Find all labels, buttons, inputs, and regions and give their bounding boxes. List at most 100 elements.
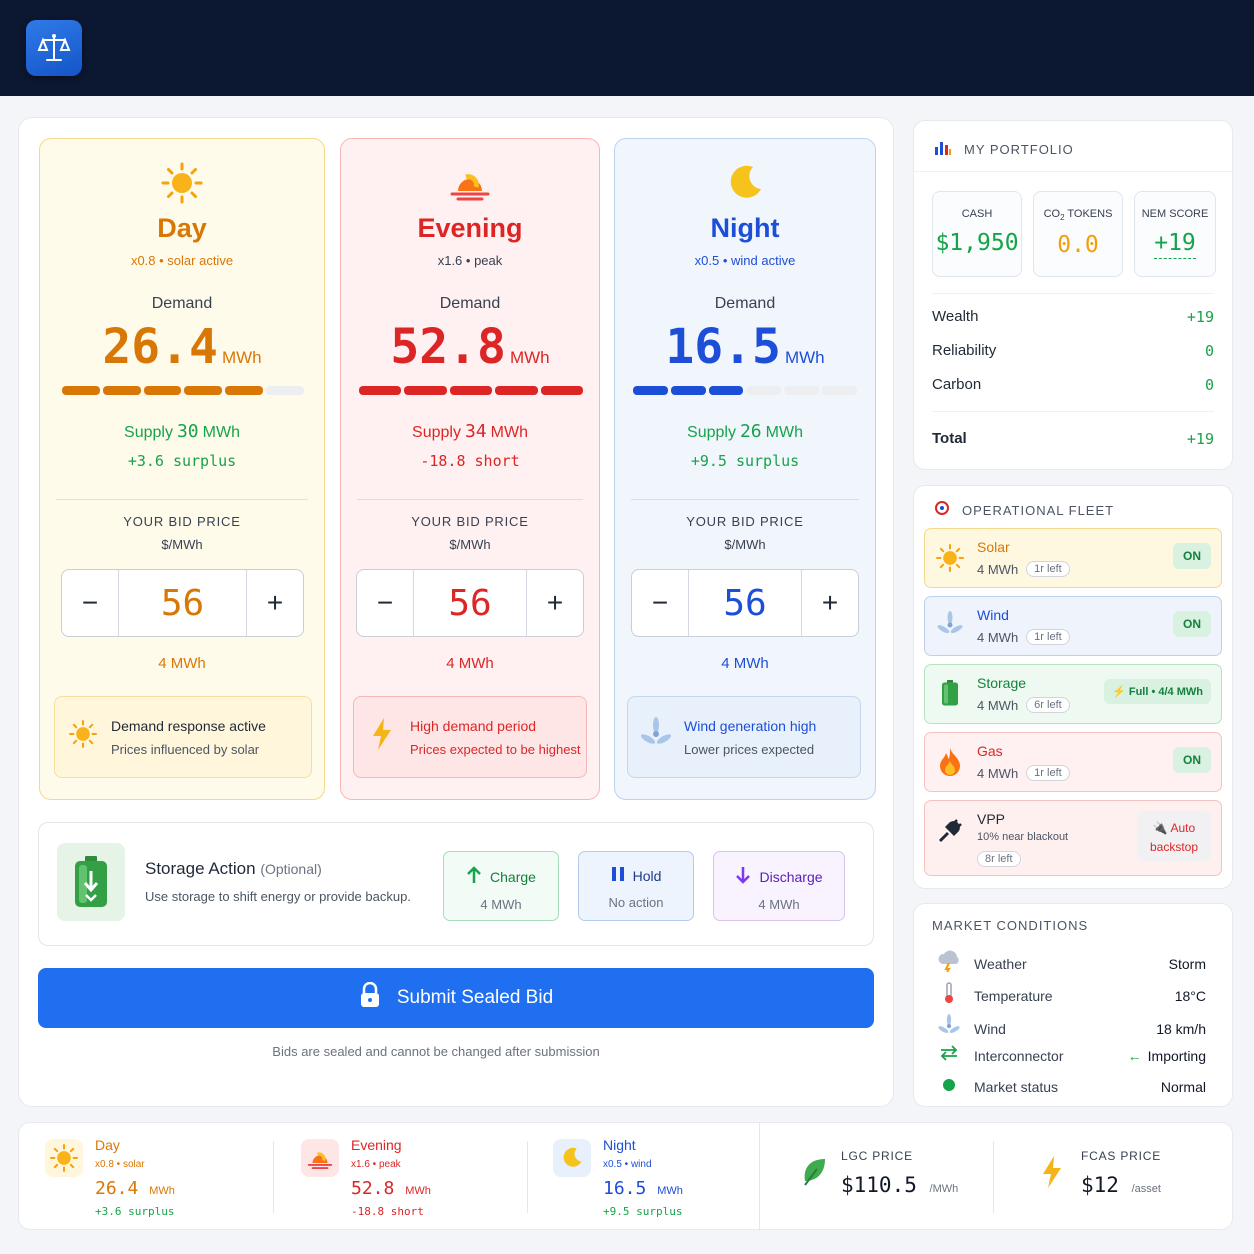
bar-segment bbox=[225, 386, 264, 395]
flame-icon bbox=[935, 747, 965, 784]
bid-label: YOUR BID PRICE bbox=[686, 514, 804, 529]
arrow-left-icon: ← bbox=[1127, 1047, 1142, 1064]
balance-value: -18.8 short bbox=[420, 452, 520, 470]
battery-icon bbox=[935, 679, 965, 714]
summary-evening: Evening x1.6 • peak 52.8 MWh -18.8 short bbox=[275, 1123, 529, 1231]
bid-input[interactable]: 56 bbox=[688, 570, 802, 636]
summary-night: Night x0.5 • wind 16.5 MWh +9.5 surplus bbox=[527, 1123, 757, 1231]
leaf-icon bbox=[795, 1153, 833, 1191]
carbon-row: Carbon 0 bbox=[932, 376, 1214, 394]
cash-tile: CASH $1,950 bbox=[932, 191, 1022, 277]
swap-arrows-icon bbox=[924, 1045, 974, 1066]
status-badge: ON bbox=[1173, 611, 1211, 637]
submit-sealed-bid-button[interactable]: Submit Sealed Bid bbox=[38, 968, 874, 1028]
balance-value: +3.6 surplus bbox=[127, 452, 237, 470]
bar-segment bbox=[495, 386, 538, 395]
demand-label: Demand bbox=[151, 295, 213, 312]
bid-stepper: − 56 + bbox=[631, 569, 859, 637]
top-bar bbox=[0, 0, 1254, 96]
plug-icon bbox=[935, 817, 965, 852]
decrement-button[interactable]: − bbox=[632, 570, 688, 636]
demand-bar bbox=[359, 386, 584, 395]
auto-backstop-badge: 🔌 Auto backstop bbox=[1137, 811, 1211, 861]
hold-button[interactable]: Hold No action bbox=[578, 851, 694, 921]
bar-segment bbox=[102, 386, 141, 395]
decrement-button[interactable]: − bbox=[62, 570, 118, 636]
storage-action-panel: Storage Action (Optional) Use storage to… bbox=[38, 822, 874, 946]
sunset-icon bbox=[301, 1139, 339, 1177]
fleet-item-wind[interactable]: Wind 4 MWh 1r left ON bbox=[924, 596, 1222, 656]
moon-icon bbox=[553, 1139, 591, 1177]
weather-row: Weather Storm bbox=[932, 950, 1206, 977]
summary-bar: Day x0.8 • solar 26.4 MWh +3.6 surplus E… bbox=[18, 1122, 1233, 1231]
arrow-up-icon bbox=[466, 866, 482, 887]
fcas-price: FCAS PRICE $12 /asset bbox=[995, 1123, 1233, 1231]
bar-segment bbox=[62, 386, 100, 395]
power-plant-icon bbox=[934, 500, 950, 521]
fleet-item-gas[interactable]: Gas 4 MWh 1r left ON bbox=[924, 732, 1222, 792]
divider bbox=[914, 171, 1232, 172]
lightning-icon: ⚡ bbox=[1112, 686, 1126, 698]
bid-quantity: 4 MWh bbox=[446, 655, 494, 672]
fleet-item-solar[interactable]: Solar 4 MWh 1r left ON bbox=[924, 528, 1222, 588]
app-logo[interactable] bbox=[26, 20, 82, 76]
interconnector-row: Interconnector ← Importing bbox=[932, 1045, 1206, 1066]
period-note: Demand response active Prices influenced … bbox=[54, 696, 312, 778]
period-card-night: Night x0.5 • wind active Demand 16.5 MWh … bbox=[614, 138, 876, 800]
period-card-evening: Evening x1.6 • peak Demand 52.8 MWh Suppl… bbox=[340, 138, 600, 800]
note-text: Prices expected to be highest bbox=[410, 741, 581, 757]
arrow-down-icon bbox=[735, 866, 751, 887]
wind-turbine-icon bbox=[935, 611, 965, 646]
period-multiplier: x0.5 • wind active bbox=[694, 253, 796, 268]
demand-value: 52.8 MWh bbox=[390, 319, 550, 375]
fleet-title: OPERATIONAL FLEET bbox=[962, 503, 1115, 518]
decrement-button[interactable]: − bbox=[357, 570, 413, 636]
bar-segment bbox=[404, 386, 447, 395]
bar-segment bbox=[540, 386, 584, 395]
increment-button[interactable]: + bbox=[247, 570, 303, 636]
bar-segment bbox=[266, 386, 304, 395]
market-status-row: Market status Normal bbox=[932, 1076, 1206, 1097]
fleet-item-storage[interactable]: Storage 4 MWh 6r left ⚡ Full • 4/4 MWh bbox=[924, 664, 1222, 724]
bar-chart-icon bbox=[934, 139, 952, 160]
thermometer-icon bbox=[924, 982, 974, 1009]
note-title: Demand response active bbox=[111, 717, 266, 734]
wind-turbine-icon bbox=[628, 716, 684, 758]
storage-title: Storage Action (Optional) bbox=[145, 859, 322, 878]
market-conditions-card: MARKET CONDITIONS Weather Storm Temperatu… bbox=[913, 903, 1233, 1107]
sun-icon bbox=[45, 1139, 83, 1177]
bid-unit: $/MWh bbox=[161, 537, 203, 552]
wind-turbine-icon bbox=[924, 1014, 974, 1043]
period-name: Day bbox=[157, 213, 207, 243]
sun-icon bbox=[40, 161, 324, 214]
bid-quantity: 4 MWh bbox=[721, 655, 769, 672]
storm-cloud-icon bbox=[924, 950, 974, 977]
status-badge: ON bbox=[1173, 543, 1211, 569]
charge-button[interactable]: Charge 4 MWh bbox=[443, 851, 559, 921]
bar-segment bbox=[143, 386, 182, 395]
lgc-price: LGC PRICE $110.5 /MWh bbox=[761, 1123, 993, 1231]
bid-quantity: 4 MWh bbox=[158, 655, 206, 672]
divider bbox=[631, 499, 859, 500]
period-note: Wind generation high Lower prices expecte… bbox=[627, 696, 861, 778]
bar-segment bbox=[184, 386, 223, 395]
supply-value: Supply 26 MWh bbox=[687, 421, 803, 442]
bid-input[interactable]: 56 bbox=[413, 570, 527, 636]
lightning-icon bbox=[1033, 1153, 1071, 1191]
demand-label: Demand bbox=[439, 295, 501, 312]
increment-button[interactable]: + bbox=[527, 570, 583, 636]
period-note: High demand period Prices expected to be … bbox=[353, 696, 587, 778]
divider bbox=[993, 1141, 994, 1213]
bar-segment bbox=[708, 386, 744, 395]
submit-note: Bids are sealed and cannot be changed af… bbox=[272, 1044, 600, 1059]
status-dot-icon bbox=[924, 1076, 974, 1097]
demand-bar bbox=[633, 386, 857, 395]
bid-input[interactable]: 56 bbox=[118, 570, 247, 636]
co2-tokens-tile: CO2 TOKENS 0.0 bbox=[1033, 191, 1123, 277]
increment-button[interactable]: + bbox=[802, 570, 858, 636]
discharge-button[interactable]: Discharge 4 MWh bbox=[713, 851, 845, 921]
fleet-item-vpp[interactable]: VPP 10% near blackout 8r left 🔌 Auto back… bbox=[924, 800, 1222, 876]
lock-icon bbox=[359, 981, 381, 1014]
market-title: MARKET CONDITIONS bbox=[932, 918, 1089, 933]
bar-segment bbox=[359, 386, 402, 395]
